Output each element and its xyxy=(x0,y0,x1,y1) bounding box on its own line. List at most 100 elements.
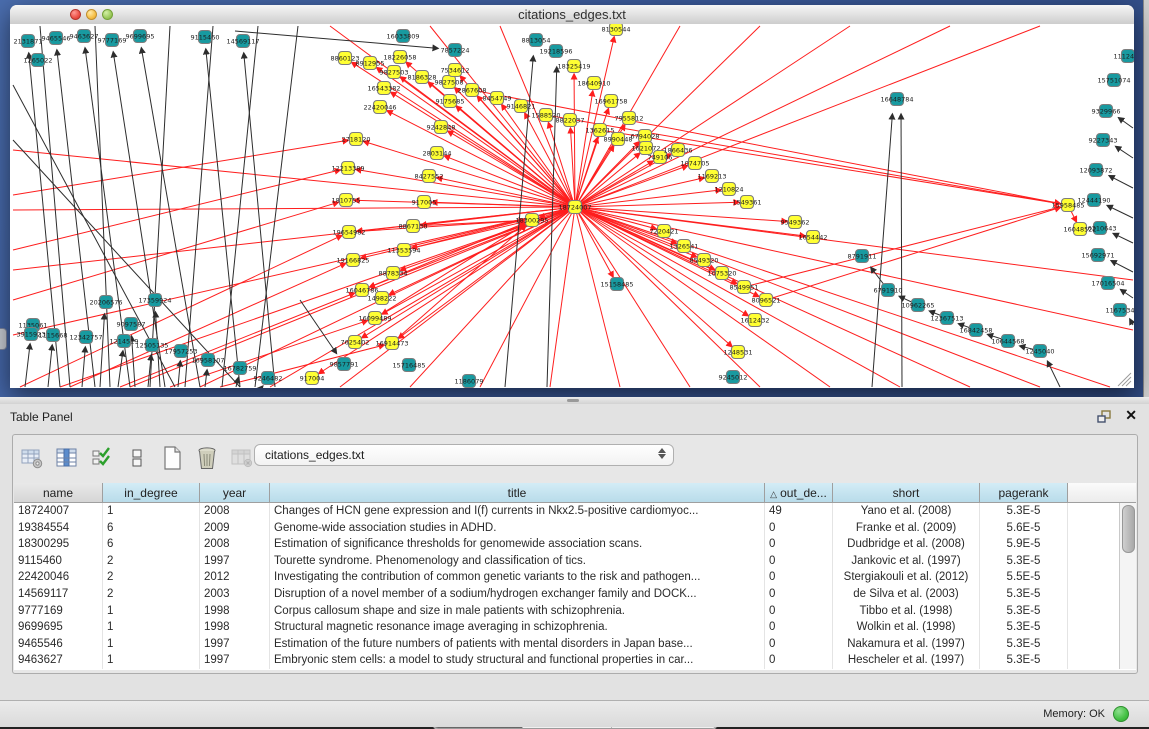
graph-node-yellow[interactable]: 9827503 xyxy=(380,66,409,79)
graph-node-yellow[interactable]: 22420046 xyxy=(363,101,396,114)
column-header-out_de[interactable]: △out_de... xyxy=(765,483,833,503)
table-cell[interactable]: 1997 xyxy=(200,636,270,653)
select-columns-icon[interactable] xyxy=(89,445,115,471)
graph-edge[interactable] xyxy=(575,26,1040,207)
graph-node-yellow[interactable]: 1074705 xyxy=(681,157,710,170)
table-cell[interactable]: Stergiakouli et al. (2012) xyxy=(833,569,980,586)
table-cell[interactable]: 1997 xyxy=(200,652,270,669)
graph-node-teal[interactable]: 6791910 xyxy=(874,284,903,297)
graph-node-yellow[interactable]: 8130544 xyxy=(602,24,631,36)
table-cell[interactable]: Structural magnetic resonance image aver… xyxy=(270,619,765,636)
table-cell[interactable]: 0 xyxy=(765,553,833,570)
table-cell[interactable]: 5.6E-5 xyxy=(980,520,1068,537)
table-cell[interactable]: 9465546 xyxy=(14,636,103,653)
close-panel-icon[interactable]: ✕ xyxy=(1125,407,1137,424)
table-row[interactable]: 946362711997Embryonic stem cells: a mode… xyxy=(14,652,1136,669)
graph-node-teal[interactable]: 15751074 xyxy=(1097,74,1130,87)
graph-node-yellow[interactable]: 8822037 xyxy=(556,114,585,127)
graph-node-teal[interactable]: 17359924 xyxy=(138,294,171,307)
graph-edge[interactable] xyxy=(178,361,180,387)
table-cell[interactable]: Investigating the contribution of common… xyxy=(270,569,765,586)
table-cell[interactable]: 18724007 xyxy=(14,503,103,520)
graph-edge[interactable] xyxy=(364,141,575,207)
column-header-year[interactable]: year xyxy=(200,483,270,503)
graph-node-teal[interactable]: 1265022 xyxy=(24,54,53,67)
table-cell[interactable]: 5.3E-5 xyxy=(980,603,1068,620)
graph-node-teal[interactable]: 1214519 xyxy=(110,335,139,348)
column-header-name[interactable]: name xyxy=(14,483,103,503)
table-cell[interactable]: 5.3E-5 xyxy=(980,553,1068,570)
graph-node-teal[interactable]: 9463627 xyxy=(70,30,99,43)
graph-node-teal[interactable]: 9465546 xyxy=(42,32,71,45)
graph-edge[interactable] xyxy=(25,344,30,387)
graph-node-yellow[interactable]: 9242848 xyxy=(427,121,456,134)
table-row[interactable]: 977716911998Corpus callosum shape and si… xyxy=(14,603,1136,620)
table-cell[interactable]: 0 xyxy=(765,586,833,603)
table-settings-icon[interactable] xyxy=(19,445,45,471)
table-cell[interactable]: Estimation of the future numbers of pati… xyxy=(270,636,765,653)
table-row[interactable]: 2242004622012Investigating the contribut… xyxy=(14,569,1136,586)
graph-node-yellow[interactable]: 18226058 xyxy=(383,51,416,64)
table-cell[interactable]: 0 xyxy=(765,536,833,553)
table-cell[interactable]: 5.3E-5 xyxy=(980,652,1068,669)
graph-edge[interactable] xyxy=(1116,146,1133,158)
table-cell[interactable]: 2 xyxy=(103,553,200,570)
table-cell[interactable]: 9699695 xyxy=(14,619,103,636)
graph-node-yellow[interactable]: 1654442 xyxy=(799,231,828,244)
graph-node-teal[interactable]: 1186079 xyxy=(455,375,484,388)
graph-node-yellow[interactable]: 1326541 xyxy=(670,240,699,253)
table-cell[interactable]: Tibbo et al. (1998) xyxy=(833,603,980,620)
graph-edge[interactable] xyxy=(600,130,1060,204)
graph-edge[interactable] xyxy=(766,207,1060,300)
graph-edge[interactable] xyxy=(150,26,170,387)
table-cell[interactable]: 1 xyxy=(103,503,200,520)
graph-node-teal[interactable]: 9329966 xyxy=(1092,105,1121,118)
table-cell[interactable]: Yano et al. (2008) xyxy=(833,503,980,520)
column-header-in_degree[interactable]: in_degree xyxy=(103,483,200,503)
graph-node-teal[interactable]: 15158485 xyxy=(600,278,633,291)
graph-node-teal[interactable]: 20206576 xyxy=(89,296,122,309)
graph-node-yellow[interactable]: 1810755 xyxy=(332,194,361,207)
graph-node-teal[interactable]: 16842458 xyxy=(959,324,992,337)
graph-edge[interactable] xyxy=(1121,290,1133,298)
table-cell[interactable]: 6 xyxy=(103,536,200,553)
graph-edge[interactable] xyxy=(13,150,575,207)
table-cell[interactable]: 6 xyxy=(103,520,200,537)
graph-node-yellow[interactable]: 1498222 xyxy=(368,292,397,305)
graph-edge[interactable] xyxy=(70,263,346,387)
graph-edge[interactable] xyxy=(255,26,298,387)
graph-edge[interactable] xyxy=(48,345,52,387)
create-table-icon[interactable] xyxy=(159,445,185,471)
graph-node-yellow[interactable]: 16543382 xyxy=(367,82,400,95)
graph-node-yellow[interactable]: 19654982 xyxy=(332,226,365,239)
graph-node-yellow[interactable]: 9549362 xyxy=(781,216,810,229)
graph-node-teal[interactable]: 9227343 xyxy=(1089,134,1118,147)
graph-node-teal[interactable]: 14569117 xyxy=(226,35,259,48)
graph-edge[interactable] xyxy=(387,111,575,207)
graph-edge[interactable] xyxy=(13,207,575,210)
graph-edge[interactable] xyxy=(1119,118,1133,128)
float-window-icon[interactable] xyxy=(1097,410,1113,424)
table-row[interactable]: 1872400712008Changes of HCN gene express… xyxy=(14,503,1136,520)
graph-edge[interactable] xyxy=(206,49,240,387)
graph-node-yellow[interactable]: 7625402 xyxy=(341,336,370,349)
graph-node-teal[interactable]: 7857224 xyxy=(441,44,470,57)
graph-edge[interactable] xyxy=(575,26,760,207)
graph-edge[interactable] xyxy=(410,207,575,387)
graph-node-teal[interactable]: 9777169 xyxy=(98,34,127,47)
graph-node-yellow[interactable]: 16961758 xyxy=(594,95,627,108)
graph-node-yellow[interactable]: 8186328 xyxy=(408,71,437,84)
graph-node-teal[interactable]: 9115460 xyxy=(191,31,220,44)
graph-node-teal[interactable]: 15716485 xyxy=(392,359,425,372)
table-scrollbar[interactable] xyxy=(1119,503,1136,669)
graph-edge[interactable] xyxy=(1111,261,1133,272)
graph-node-teal[interactable]: 10644568 xyxy=(991,335,1024,348)
table-cell[interactable]: 0 xyxy=(765,603,833,620)
table-cell[interactable]: 5.3E-5 xyxy=(980,503,1068,520)
table-cell[interactable]: 22420046 xyxy=(14,569,103,586)
table-cell[interactable]: 2003 xyxy=(200,586,270,603)
column-header-title[interactable]: title xyxy=(270,483,765,503)
table-cell[interactable]: 2012 xyxy=(200,569,270,586)
graph-edge[interactable] xyxy=(575,91,593,207)
graph-node-teal[interactable]: 10962265 xyxy=(901,299,934,312)
